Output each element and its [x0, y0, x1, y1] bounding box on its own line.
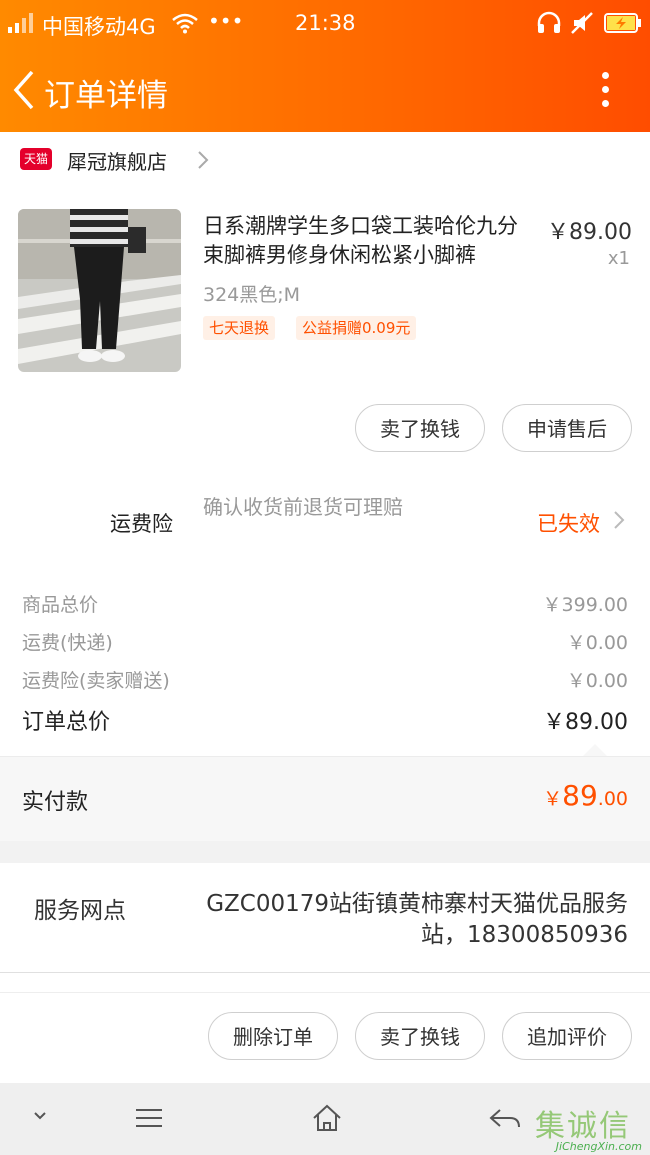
return-policy-tag: 七天退换: [203, 316, 276, 340]
page-title: 订单详情: [44, 78, 168, 114]
watermark-url: JiChengXin.com: [555, 1140, 642, 1153]
status-dots: •••: [208, 9, 244, 33]
order-total-value: ￥89.00: [543, 710, 628, 735]
home-icon[interactable]: [311, 1103, 343, 1133]
currency-symbol: ￥: [543, 788, 563, 810]
sell-for-cash-button[interactable]: 卖了换钱: [355, 404, 485, 452]
product-quantity: x1: [607, 248, 630, 269]
more-options-icon[interactable]: [596, 70, 616, 110]
headset-icon: [537, 11, 561, 33]
back-arrow-icon[interactable]: [488, 1107, 522, 1129]
add-review-button[interactable]: 追加评价: [502, 1012, 632, 1060]
back-icon[interactable]: [10, 68, 42, 112]
mute-icon: [571, 12, 593, 34]
shipping-insurance-status[interactable]: 已失效: [537, 508, 600, 538]
payment-decimal: .00: [597, 788, 628, 810]
payment-caret: [583, 744, 607, 756]
subtotal-label: 商品总价: [22, 594, 99, 616]
signal-icon: [8, 0, 38, 48]
actual-payment-section: 实付款 ￥89.00: [0, 756, 650, 841]
battery-icon: [604, 13, 641, 33]
product-image[interactable]: [18, 209, 181, 372]
shipping-fee-label: 运费(快递): [22, 632, 113, 654]
chevron-right-icon: [198, 151, 209, 169]
chevron-right-icon: [614, 511, 625, 529]
product-price: ￥89.00: [547, 220, 632, 245]
menu-icon[interactable]: [134, 1107, 164, 1129]
divider: [0, 992, 650, 993]
after-sales-button[interactable]: 申请售后: [502, 404, 632, 452]
store-row[interactable]: 天猫 犀冠旗舰店: [0, 132, 650, 188]
insurance-fee-label: 运费险(卖家赠送): [22, 670, 170, 692]
chevron-down-icon[interactable]: [30, 1109, 50, 1123]
clock: 21:38: [295, 11, 356, 35]
store-name[interactable]: 犀冠旗舰店: [67, 146, 167, 175]
carrier-label: 中国移动4G: [42, 15, 156, 39]
service-point-label: 服务网点: [34, 898, 126, 924]
navigation-bar: 订单详情: [0, 48, 650, 132]
section-divider: [0, 841, 650, 863]
divider: [0, 972, 650, 973]
tmall-logo: 天猫: [20, 148, 52, 170]
status-bar: 中国移动4G ••• 21:38: [0, 0, 650, 48]
shipping-fee-value: ￥0.00: [566, 632, 628, 654]
payment-integer: 89: [562, 779, 598, 812]
service-point-value: GZC00179站街镇黄柿寨村天猫优品服务站，18300850936: [206, 891, 628, 948]
shipping-insurance-description: 确认收货前退货可理赔: [203, 495, 403, 519]
watermark-brand: 集诚信: [535, 1109, 631, 1144]
sell-for-cash-button[interactable]: 卖了换钱: [355, 1012, 485, 1060]
product-sku: 324黑色;M: [203, 284, 301, 306]
actual-payment-label: 实付款: [22, 790, 89, 815]
insurance-fee-value: ￥0.00: [566, 670, 628, 692]
wifi-icon: [172, 13, 198, 34]
product-title[interactable]: 日系潮牌学生多口袋工装哈伦九分束脚裤男修身休闲松紧小脚裤: [203, 212, 531, 270]
system-navigation-bar: 集诚信 JiChengXin.com: [0, 1083, 650, 1155]
charity-tag: 公益捐赠0.09元: [296, 316, 417, 340]
subtotal-value: ￥399.00: [542, 594, 628, 616]
order-total-label: 订单总价: [22, 710, 111, 735]
actual-payment-value: ￥89.00: [543, 779, 628, 812]
shipping-insurance-label: 运费险: [110, 512, 173, 536]
delete-order-button[interactable]: 删除订单: [208, 1012, 338, 1060]
watermark-logo: 集诚信: [533, 1101, 645, 1144]
